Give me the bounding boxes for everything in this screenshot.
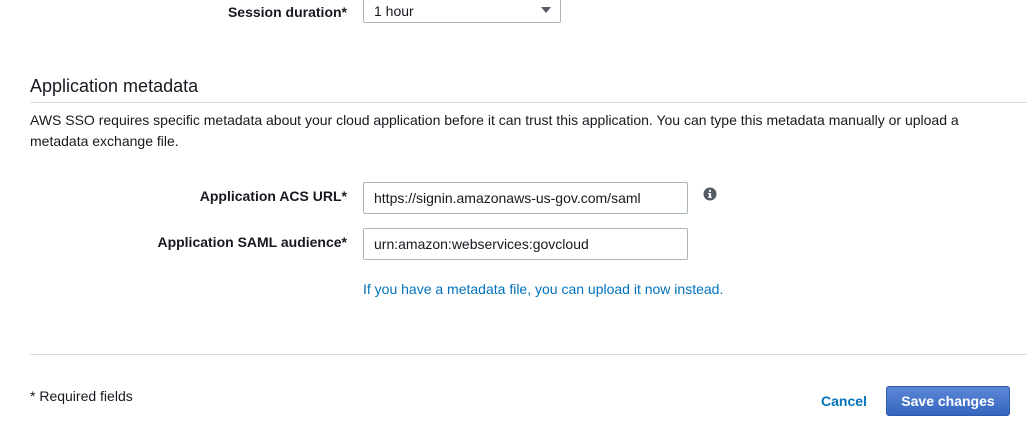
acs-url-label: Application ACS URL* (199, 188, 347, 204)
cancel-button[interactable]: Cancel (813, 386, 875, 416)
section-title: Application metadata (30, 76, 199, 96)
session-duration-select[interactable]: 1 hour (363, 0, 561, 23)
required-fields-note: * Required fields (30, 388, 133, 404)
acs-url-input[interactable] (363, 182, 688, 214)
upload-metadata-link[interactable]: If you have a metadata file, you can upl… (363, 281, 723, 297)
session-duration-label: Session duration* (227, 4, 347, 20)
info-icon[interactable] (703, 187, 717, 201)
chevron-down-icon (541, 7, 551, 13)
session-duration-value: 1 hour (374, 3, 414, 19)
footer-divider (30, 354, 1027, 355)
save-changes-button[interactable]: Save changes (886, 386, 1010, 416)
saml-audience-input[interactable] (363, 228, 688, 260)
saml-audience-label: Application SAML audience* (157, 234, 347, 250)
section-description: AWS SSO requires specific metadata about… (30, 112, 959, 149)
section-divider (30, 102, 1027, 103)
application-settings-page: Session duration* 1 hour Application met… (0, 0, 1027, 429)
